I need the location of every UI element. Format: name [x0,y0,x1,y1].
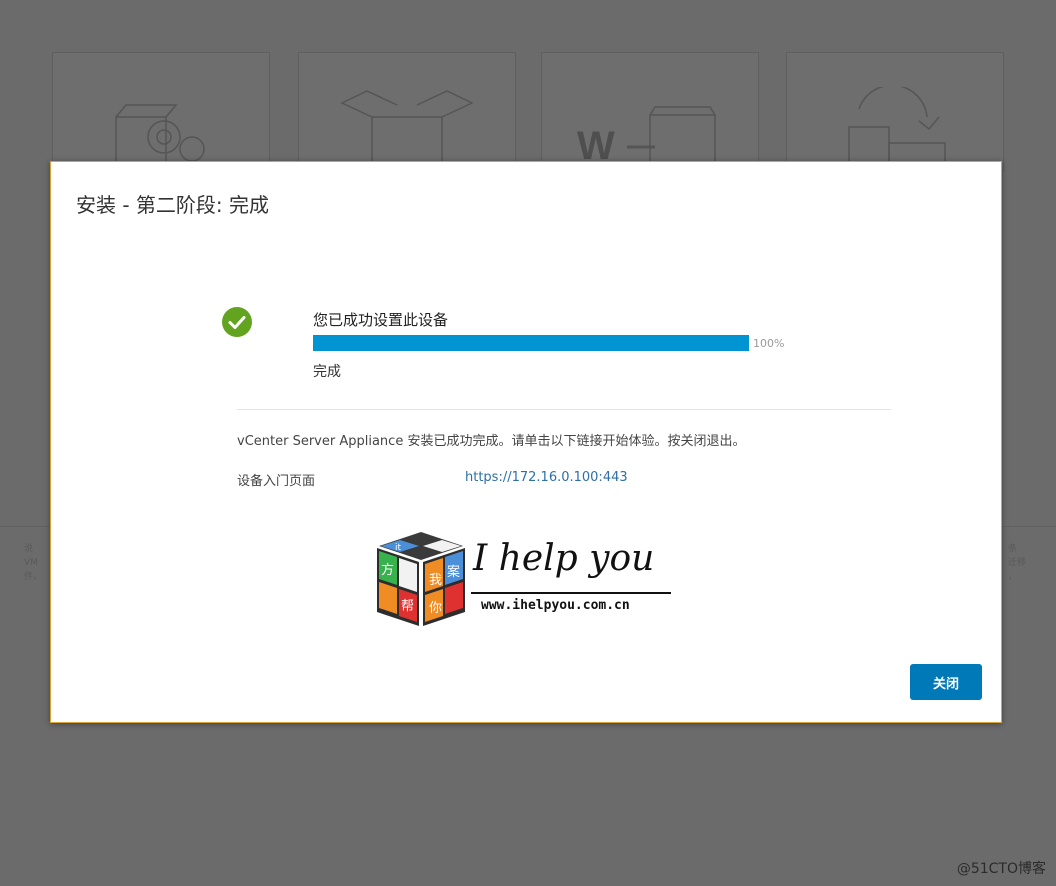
corner-watermark: @51CTO博客 [956,861,1046,877]
success-check-icon [222,307,252,337]
completion-message: vCenter Server Appliance 安装已成功完成。请单击以下链接… [237,434,746,449]
cube-char-fang: 方 [381,562,394,578]
bg-right-snippet: 条 迁移 ， [1008,544,1027,582]
cube-char-bang: 帮 [401,599,414,614]
bg-left-snippet: 说 VM 件， [24,544,43,582]
cube-char-ni: 你 [429,601,442,616]
progress-bar-fill [313,335,749,351]
watermark-logo: it 方 案 我 帮 你 I help you www.ihelpyou.com… [373,528,683,632]
close-button[interactable]: 关闭 [910,664,982,700]
bg-card-migrate: W [541,52,759,172]
getting-started-label: 设备入门页面 [237,474,316,489]
section-divider [237,409,891,410]
cube-char-wo: 我 [429,573,442,588]
open-box-icon [340,90,474,167]
watermark-title: I help you [473,538,655,579]
watermark-url: www.ihelpyou.com.cn [481,598,630,613]
bg-card-restore [786,52,1004,172]
dialog-title: 安装 - 第二阶段: 完成 [76,193,270,217]
cube-char-an: 案 [447,565,460,580]
progress-percent: 100% [753,337,785,350]
getting-started-link[interactable]: https://172.16.0.100:443 [465,470,628,485]
install-gear-icon [115,104,205,167]
watermark-underline [471,592,671,594]
rubik-cube-icon: it 方 案 我 帮 你 [377,532,465,626]
bg-card-install [52,52,270,172]
restore-icon [848,87,946,167]
status-complete-label: 完成 [313,364,341,380]
status-heading: 您已成功设置此设备 [313,311,449,329]
bg-card-upgrade [298,52,516,172]
cube-char-it: it [395,543,402,553]
install-complete-dialog: 安装 - 第二阶段: 完成 您已成功设置此设备 100% 完成 vCenter … [50,161,1002,723]
migrate-icon: W [577,106,716,167]
progress-bar [313,335,749,351]
